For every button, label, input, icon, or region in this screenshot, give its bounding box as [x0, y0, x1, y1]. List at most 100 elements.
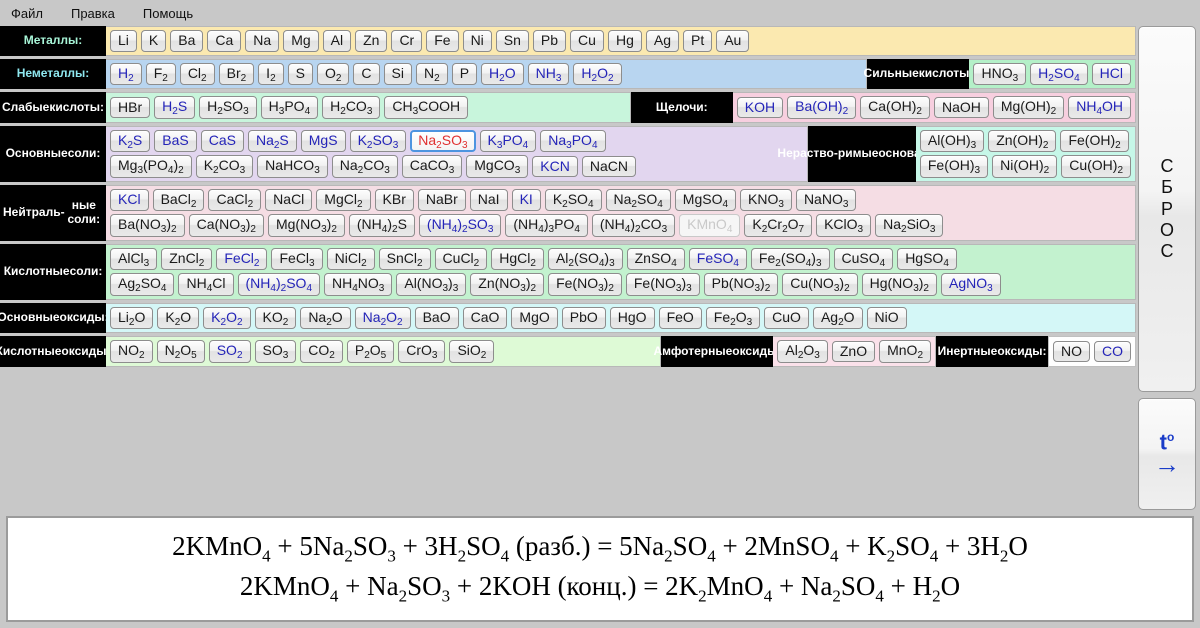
substance-button[interactable]: Mg(NO 3) 2 — [267, 214, 345, 237]
substance-button[interactable]: NO — [1053, 340, 1090, 363]
substance-button[interactable]: NH 4 Cl — [178, 273, 234, 296]
substance-button[interactable]: (NH 4) 2 CO 3 — [591, 214, 676, 237]
substance-button[interactable]: Ca(NO 3) 2 — [188, 214, 264, 237]
substance-button[interactable]: Cu — [570, 30, 604, 52]
substance-button[interactable]: Al 2 (SO 4) 3 — [547, 247, 623, 271]
substance-button[interactable]: KMnO 4 — [679, 214, 741, 237]
substance-button[interactable]: BaS — [154, 130, 197, 152]
substance-button[interactable]: KBr — [374, 189, 414, 211]
substance-button[interactable]: BaO — [414, 307, 459, 329]
substance-button[interactable]: (NH 4) 2 SO 4 — [237, 273, 320, 296]
substance-button[interactable]: CaO — [462, 307, 508, 329]
substance-button[interactable]: NaI — [469, 189, 508, 211]
substance-button[interactable]: Ni(OH) 2 — [992, 155, 1058, 178]
substance-button[interactable]: CO — [1094, 340, 1131, 363]
substance-button[interactable]: SO 3 — [254, 340, 297, 363]
substance-button[interactable]: NH 4 NO 3 — [324, 273, 393, 296]
substance-button[interactable]: NaOH — [933, 96, 989, 119]
substance-button[interactable]: MnO 2 — [879, 340, 931, 363]
substance-button[interactable]: PbO — [561, 307, 606, 329]
substance-button[interactable]: KClO 3 — [816, 214, 872, 237]
substance-button[interactable]: Br 2 — [218, 62, 255, 86]
substance-button[interactable]: N2 — [416, 62, 448, 86]
substance-button[interactable]: H 3 PO 4 — [260, 96, 319, 119]
substance-button[interactable]: O2 — [316, 62, 350, 86]
substance-button[interactable]: NaCl — [265, 189, 313, 211]
substance-button[interactable]: Zn — [355, 30, 388, 52]
substance-button[interactable]: MgS — [300, 130, 346, 152]
substance-button[interactable]: NaCN — [581, 155, 636, 178]
substance-button[interactable]: Ag 2 SO 4 — [110, 273, 175, 296]
substance-button[interactable]: (NH 4) 2 SO 3 — [418, 214, 502, 237]
substance-button[interactable]: Cr — [391, 30, 423, 52]
substance-button[interactable]: CuO — [764, 307, 809, 329]
substance-button[interactable]: K 2 SO 3 — [349, 129, 407, 153]
substance-button[interactable]: MgO — [511, 307, 558, 329]
substance-button[interactable]: Ba(NO 3) 2 — [110, 214, 185, 237]
substance-button[interactable]: SiO 2 — [449, 340, 495, 363]
substance-button[interactable]: KI — [511, 189, 541, 211]
substance-button[interactable]: Fe(OH) 3 — [919, 155, 989, 178]
substance-button[interactable]: KCl — [110, 189, 149, 211]
substance-button[interactable]: Na 3 PO 4 — [540, 129, 606, 153]
substance-button[interactable]: HBr — [110, 96, 151, 119]
substance-button[interactable]: ZnCl 2 — [161, 247, 213, 271]
substance-button[interactable]: S — [287, 63, 313, 85]
substance-button[interactable]: Na 2 SO 4 — [605, 188, 671, 212]
substance-button[interactable]: Li — [110, 30, 137, 52]
substance-button[interactable]: HgSO 4 — [897, 247, 957, 271]
substance-button[interactable]: NO 2 — [110, 340, 153, 363]
substance-button[interactable]: CuCl 2 — [434, 247, 488, 271]
substance-button[interactable]: Mg 3 (PO 4) 2 — [110, 155, 192, 178]
menu-file[interactable]: Файл — [8, 5, 46, 22]
substance-button[interactable]: HgCl 2 — [491, 247, 544, 271]
substance-button[interactable]: AlCl 3 — [110, 247, 158, 271]
substance-button[interactable]: H 2 CO 3 — [322, 96, 381, 119]
substance-button[interactable]: Na 2 O — [300, 306, 351, 330]
substance-button[interactable]: HgO — [609, 307, 655, 329]
substance-button[interactable]: Ca(OH) 2 — [860, 96, 930, 119]
substance-button[interactable]: Fe(OH) 2 — [1060, 129, 1129, 153]
substance-button[interactable]: CaCl 2 — [208, 188, 262, 212]
substance-button[interactable]: Ag — [645, 30, 679, 52]
substance-button[interactable]: Cu(OH) 2 — [1061, 155, 1131, 178]
substance-button[interactable]: CrO 3 — [398, 340, 446, 363]
substance-button[interactable]: Na — [245, 30, 280, 52]
substance-button[interactable]: Ba — [170, 30, 204, 52]
substance-button[interactable]: Na 2 SO 3 — [410, 129, 476, 153]
substance-button[interactable]: H 2 SO 4 — [1030, 62, 1088, 86]
substance-button[interactable]: SO 2 — [208, 340, 251, 363]
substance-button[interactable]: H2O2 — [573, 62, 622, 86]
substance-button[interactable]: K 2 Cr 2 O 7 — [744, 214, 813, 237]
substance-button[interactable]: (NH 4) 3 PO 4 — [505, 214, 588, 237]
substance-button[interactable]: Cu(NO 3) 2 — [782, 273, 858, 296]
substance-button[interactable]: F2 — [145, 62, 176, 86]
substance-button[interactable]: Pt — [682, 30, 713, 52]
substance-button[interactable]: Fe 2 O 3 — [705, 306, 761, 330]
substance-button[interactable]: FeCl 2 — [216, 247, 268, 271]
substance-button[interactable]: Zn(OH) 2 — [988, 129, 1057, 153]
substance-button[interactable]: ZnSO 4 — [626, 247, 685, 271]
substance-button[interactable]: Al — [322, 30, 352, 52]
substance-button[interactable]: Na 2 SiO 3 — [875, 214, 944, 237]
substance-button[interactable]: Pb(NO 3) 2 — [703, 273, 779, 296]
substance-button[interactable]: MgSO 4 — [674, 188, 737, 212]
substance-button[interactable]: KOH — [736, 96, 784, 119]
substance-button[interactable]: MgCO 3 — [466, 155, 529, 178]
substance-button[interactable]: Mg(OH) 2 — [992, 96, 1065, 119]
substance-button[interactable]: Hg — [607, 30, 642, 52]
substance-button[interactable]: ZnO — [831, 340, 876, 363]
substance-button[interactable]: NiO — [866, 307, 907, 329]
reset-button[interactable]: СБРОС — [1138, 26, 1196, 393]
substance-button[interactable]: K2O — [157, 306, 200, 330]
substance-button[interactable]: I2 — [258, 62, 284, 86]
substance-button[interactable]: HCl — [1091, 63, 1131, 85]
substance-button[interactable]: Ca — [207, 30, 242, 52]
substance-button[interactable]: K 3 PO 4 — [479, 129, 537, 153]
substance-button[interactable]: Au — [716, 30, 750, 52]
substance-button[interactable]: Ag 2 O — [812, 306, 863, 330]
substance-button[interactable]: H2 — [110, 62, 142, 86]
substance-button[interactable]: NaHCO 3 — [257, 155, 328, 178]
substance-button[interactable]: Na 2 S — [247, 129, 297, 153]
substance-button[interactable]: NaNO 3 — [795, 188, 857, 212]
